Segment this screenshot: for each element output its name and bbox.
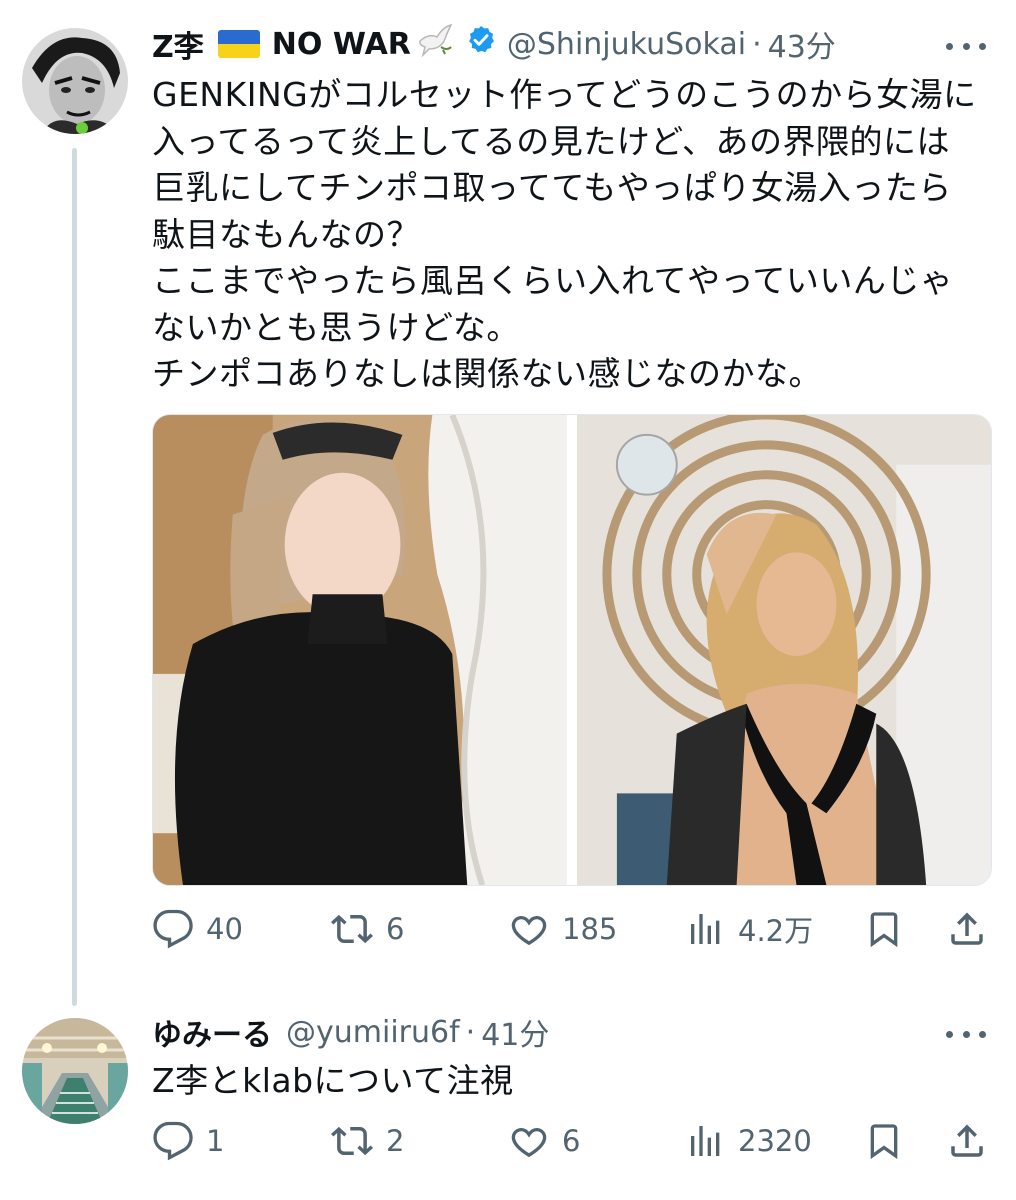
avatar-z-li[interactable]: [22, 28, 128, 134]
like-count: 6: [562, 1124, 581, 1158]
tweet-1-header: Z李 NO WAR @ShinjukuSokai · 43分: [152, 22, 836, 66]
ukraine-flag-icon: [217, 30, 260, 58]
reply-icon: [153, 1121, 193, 1161]
tweet-2-header: ゆみーる @yumiiru6f · 41分: [152, 1010, 549, 1054]
bookmark-icon: [870, 1124, 898, 1160]
like-count: 185: [562, 912, 618, 946]
share-button[interactable]: [946, 1120, 988, 1162]
more-icon[interactable]: [946, 1024, 986, 1044]
share-button[interactable]: [946, 908, 988, 950]
reply-button[interactable]: 40: [152, 908, 243, 950]
display-name-suffix: NO WAR: [271, 26, 411, 62]
retweet-icon: [331, 914, 373, 944]
tweet-text: GENKINGがコルセット作ってどうのこうのから女湯に 入ってるって炎上してるの…: [152, 75, 977, 393]
tweet-1: Z李 NO WAR @ShinjukuSokai · 43分 GENKINGがコ…: [0, 0, 1016, 1006]
views-count: 2320: [738, 1124, 812, 1158]
display-name[interactable]: Z李: [152, 22, 204, 66]
tweet-media[interactable]: [152, 414, 992, 886]
bookmark-icon: [870, 912, 898, 948]
verified-icon: [465, 24, 497, 64]
reply-button[interactable]: 1: [152, 1120, 224, 1162]
tweet-2: ゆみーる @yumiiru6f · 41分 Z李とklabについて注視 1 2 …: [0, 1000, 1016, 1200]
retweet-button[interactable]: 2: [330, 1120, 404, 1162]
views-icon: [691, 1126, 720, 1156]
views-icon: [691, 914, 720, 944]
views-count: 4.2万: [738, 914, 814, 948]
share-icon: [951, 912, 983, 945]
views-button[interactable]: 2320: [686, 1120, 812, 1162]
reply-count: 40: [206, 912, 243, 946]
handle[interactable]: @yumiiru6f: [286, 1015, 460, 1050]
separator-dot: ·: [465, 1014, 476, 1050]
like-icon: [511, 915, 547, 946]
photo-2[interactable]: [577, 415, 991, 885]
reply-icon: [153, 909, 193, 949]
retweet-count: 6: [386, 912, 405, 946]
reply-count: 1: [206, 1124, 225, 1158]
timestamp[interactable]: 41分: [481, 1010, 549, 1054]
photo-1[interactable]: [153, 415, 567, 885]
more-icon[interactable]: [946, 36, 986, 56]
tweet-1-actions: 40 6 185 4.2万: [152, 904, 992, 954]
tweet-text: Z李とklabについて注視: [152, 1061, 514, 1100]
bookmark-button[interactable]: [864, 908, 904, 950]
thread-line: [72, 148, 77, 1006]
display-name[interactable]: ゆみーる: [152, 1010, 272, 1054]
timestamp[interactable]: 43分: [768, 22, 836, 66]
share-icon: [951, 1124, 983, 1157]
dove-icon: [417, 23, 453, 65]
like-button[interactable]: 6: [508, 1120, 580, 1162]
like-button[interactable]: 185: [508, 908, 617, 950]
like-icon: [511, 1127, 547, 1158]
separator-dot: ·: [752, 26, 762, 62]
bookmark-button[interactable]: [864, 1120, 904, 1162]
retweet-count: 2: [386, 1124, 405, 1158]
handle[interactable]: @ShinjukuSokai: [507, 27, 746, 62]
views-button[interactable]: 4.2万: [686, 908, 813, 950]
retweet-button[interactable]: 6: [330, 908, 404, 950]
retweet-icon: [331, 1126, 373, 1156]
tweet-2-actions: 1 2 6 2320: [152, 1120, 992, 1170]
avatar-yumiiru[interactable]: [22, 1018, 128, 1124]
